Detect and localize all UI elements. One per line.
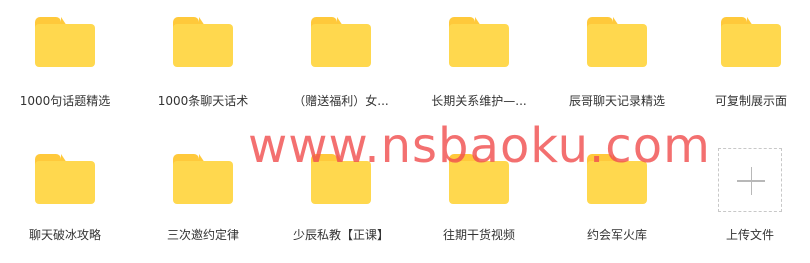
folder-item[interactable]: 少辰私教【正课】 bbox=[276, 133, 406, 253]
folder-label: （赠送福利）女... bbox=[293, 94, 389, 108]
file-grid: 1000句话题精选 1000条聊天话术 （赠送福利）女... 长期关系维护—..… bbox=[0, 0, 810, 263]
folder-label: 辰哥聊天记录精选 bbox=[568, 94, 665, 108]
folder-label: 1000句话题精选 bbox=[19, 94, 111, 108]
folder-item[interactable]: 聊天破冰攻略 bbox=[0, 133, 130, 253]
folder-icon bbox=[721, 17, 781, 67]
folder-label: 少辰私教【正课】 bbox=[292, 228, 389, 242]
folder-item[interactable]: 长期关系维护—... bbox=[414, 0, 544, 120]
folder-label: 1000条聊天话术 bbox=[157, 94, 249, 108]
folder-icon bbox=[173, 154, 233, 204]
folder-icon bbox=[449, 154, 509, 204]
folder-icon bbox=[311, 17, 371, 67]
folder-icon bbox=[311, 154, 371, 204]
folder-item[interactable]: 三次邀约定律 bbox=[138, 133, 268, 253]
folder-item[interactable]: 约会军火库 bbox=[552, 133, 682, 253]
folder-item[interactable]: 可复制展示面 bbox=[686, 0, 810, 120]
folder-icon bbox=[587, 17, 647, 67]
folder-item[interactable]: （赠送福利）女... bbox=[276, 0, 406, 120]
folder-item[interactable]: 1000条聊天话术 bbox=[138, 0, 268, 120]
folder-icon bbox=[587, 154, 647, 204]
folder-label: 约会军火库 bbox=[586, 228, 647, 242]
upload-button[interactable] bbox=[718, 148, 782, 212]
folder-icon bbox=[35, 154, 95, 204]
upload-label[interactable]: 上传文件 bbox=[700, 226, 800, 243]
folder-icon bbox=[449, 17, 509, 67]
folder-label: 往期干货视频 bbox=[442, 228, 515, 242]
folder-label: 可复制展示面 bbox=[714, 94, 787, 108]
folder-item[interactable]: 1000句话题精选 bbox=[0, 0, 130, 120]
folder-item[interactable]: 辰哥聊天记录精选 bbox=[552, 0, 682, 120]
folder-item[interactable]: 往期干货视频 bbox=[414, 133, 544, 253]
folder-label: 三次邀约定律 bbox=[166, 228, 239, 242]
folder-label: 长期关系维护—... bbox=[431, 94, 527, 108]
folder-icon bbox=[173, 17, 233, 67]
folder-label: 聊天破冰攻略 bbox=[28, 228, 101, 242]
folder-icon bbox=[35, 17, 95, 67]
